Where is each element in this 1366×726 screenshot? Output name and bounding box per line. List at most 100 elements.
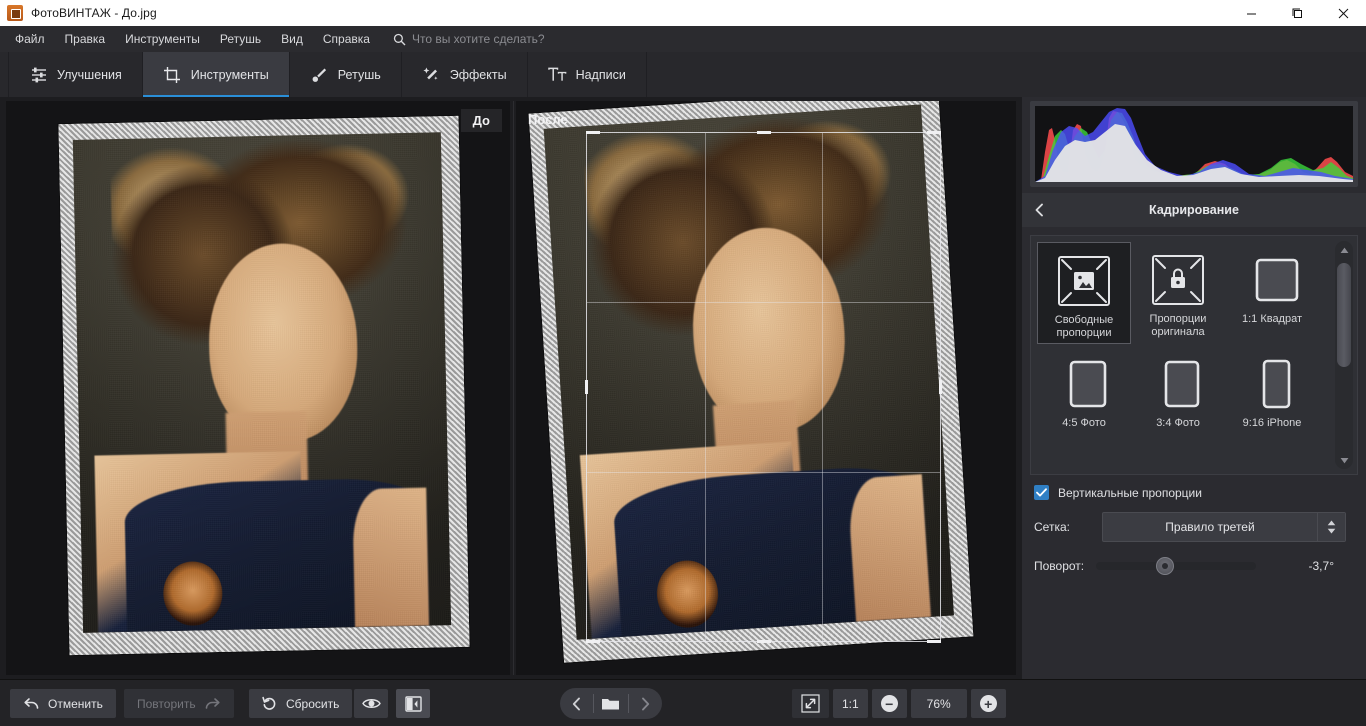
chevron-left-icon xyxy=(1033,203,1045,217)
preset-original-ratio[interactable]: Пропорции оригинала xyxy=(1131,242,1225,344)
rotation-slider[interactable] xyxy=(1096,557,1256,575)
check-icon xyxy=(1036,488,1047,497)
preset-label: Пропорции оригинала xyxy=(1149,313,1207,338)
grid-select[interactable]: Правило третей xyxy=(1102,512,1346,542)
preset-partial-c[interactable] xyxy=(1225,450,1319,474)
maximize-button[interactable] xyxy=(1274,0,1320,26)
app-icon xyxy=(7,5,23,21)
reset-circle-icon xyxy=(262,696,277,711)
crop-handle-top[interactable] xyxy=(756,131,771,134)
undo-button[interactable]: Отменить xyxy=(10,689,116,718)
preset-3-4[interactable]: 3:4 Фото xyxy=(1131,346,1225,448)
eye-icon xyxy=(361,697,381,710)
image-workarea: До После xyxy=(0,97,1022,679)
preset-label: 1:1 Квадрат xyxy=(1241,313,1303,325)
crop-icon xyxy=(163,65,182,84)
vertical-proportions-checkbox[interactable] xyxy=(1034,485,1049,500)
portrait-916-icon xyxy=(1245,353,1299,415)
crop-grid-line xyxy=(704,133,706,641)
histogram-svg xyxy=(1035,108,1353,182)
zoom-level-display[interactable]: 76% xyxy=(910,689,967,718)
next-image-button[interactable] xyxy=(629,688,662,719)
fit-screen-icon xyxy=(801,694,820,713)
menu-view[interactable]: Вид xyxy=(272,28,312,50)
crop-handle-right[interactable] xyxy=(939,380,942,394)
crop-handle-top-left[interactable] xyxy=(586,131,600,134)
preset-free-ratio[interactable]: Свободные пропорции xyxy=(1037,242,1131,344)
menu-edit[interactable]: Правка xyxy=(56,28,115,50)
grid-select-spinner[interactable] xyxy=(1317,513,1345,541)
portrait-partial2-icon xyxy=(1245,457,1299,474)
window-title: ФотоВИНТАЖ - До.jpg xyxy=(31,6,157,20)
preview-toggle-button[interactable] xyxy=(354,689,388,718)
open-folder-button[interactable] xyxy=(594,688,627,719)
minimize-button[interactable] xyxy=(1228,0,1274,26)
tab-label: Ретушь xyxy=(337,67,381,82)
after-label: После xyxy=(528,112,568,127)
file-nav-group xyxy=(560,688,662,719)
crop-handle-left[interactable] xyxy=(585,380,588,394)
sliders-icon xyxy=(29,65,48,84)
preset-partial-b[interactable] xyxy=(1131,450,1225,474)
scroll-up-arrow[interactable] xyxy=(1335,241,1353,259)
menu-retouch[interactable]: Ретушь xyxy=(211,28,270,50)
before-pane[interactable]: До xyxy=(6,101,510,675)
actual-size-button[interactable]: 1:1 xyxy=(833,689,868,718)
tab-effects[interactable]: Эффекты xyxy=(402,52,528,97)
scrollbar-thumb[interactable] xyxy=(1337,263,1351,367)
prev-image-button[interactable] xyxy=(560,688,593,719)
zoom-level-label: 76% xyxy=(926,696,951,711)
crop-selection[interactable] xyxy=(585,131,942,643)
tab-list: Улучшения Инструменты Ретушь Эффекты Над… xyxy=(8,52,647,97)
zoom-out-button[interactable]: − xyxy=(871,689,907,718)
before-label: До xyxy=(460,109,502,132)
bottom-bar: Отменить Повторить Сбросить 1:1 − 76% + xyxy=(0,679,1366,726)
search-icon xyxy=(393,33,406,46)
free-ratio-icon xyxy=(1057,250,1111,312)
tab-label: Надписи xyxy=(575,67,626,82)
preset-square[interactable]: 1:1 Квадрат xyxy=(1225,242,1319,344)
scroll-down-arrow[interactable] xyxy=(1335,451,1353,469)
rotation-row: Поворот: -3,7° xyxy=(1034,557,1356,575)
chevron-up-icon xyxy=(1327,520,1336,526)
crop-handle-bottom-left[interactable] xyxy=(586,640,600,643)
menu-search[interactable]: Что вы хотите сделать? xyxy=(393,32,545,46)
preset-partial-a[interactable] xyxy=(1037,450,1131,474)
crop-handle-bottom-right[interactable] xyxy=(927,640,941,643)
back-button[interactable] xyxy=(1022,193,1056,227)
square-ratio-icon xyxy=(1245,249,1299,311)
vertical-proportions-row[interactable]: Вертикальные пропорции xyxy=(1034,485,1202,500)
tab-captions[interactable]: Надписи xyxy=(528,52,647,97)
title-bar: ФотоВИНТАЖ - До.jpg xyxy=(0,0,1366,26)
brush-icon xyxy=(310,65,329,84)
rotation-label: Поворот: xyxy=(1034,559,1085,573)
crop-grid-line xyxy=(587,471,940,473)
menu-tools[interactable]: Инструменты xyxy=(116,28,209,50)
tab-tools[interactable]: Инструменты xyxy=(142,52,290,97)
portrait-34-icon xyxy=(1151,353,1205,415)
minus-circle-icon: − xyxy=(880,695,898,712)
zoom-in-button[interactable]: + xyxy=(970,689,1006,718)
crop-preset-list[interactable]: Свободные пропорции Пропорции оригинала … xyxy=(1030,235,1358,475)
tab-label: Улучшения xyxy=(57,67,122,82)
crop-handle-bottom[interactable] xyxy=(756,640,771,643)
after-pane[interactable]: После xyxy=(516,101,1016,675)
compare-toggle-button[interactable] xyxy=(396,689,430,718)
close-button[interactable] xyxy=(1320,0,1366,26)
preset-4-5[interactable]: 4:5 Фото xyxy=(1037,346,1131,448)
crop-handle-top-right[interactable] xyxy=(927,131,941,134)
preset-9-16[interactable]: 9:16 iPhone xyxy=(1225,346,1319,448)
menu-help[interactable]: Справка xyxy=(314,28,379,50)
rotation-slider-knob[interactable] xyxy=(1156,557,1174,575)
reset-button[interactable]: Сбросить xyxy=(249,689,353,718)
preset-scrollbar[interactable] xyxy=(1335,241,1353,469)
redo-button[interactable]: Повторить xyxy=(124,689,234,718)
fit-screen-button[interactable] xyxy=(792,689,829,718)
portrait-45-icon xyxy=(1057,353,1111,415)
tab-enhancements[interactable]: Улучшения xyxy=(8,52,143,97)
menu-file[interactable]: Файл xyxy=(6,28,54,50)
crop-preset-grid: Свободные пропорции Пропорции оригинала … xyxy=(1031,236,1325,474)
pane-divider xyxy=(513,101,514,675)
tab-retouch[interactable]: Ретушь xyxy=(290,52,402,97)
rotation-value: -3,7° xyxy=(1308,559,1334,573)
